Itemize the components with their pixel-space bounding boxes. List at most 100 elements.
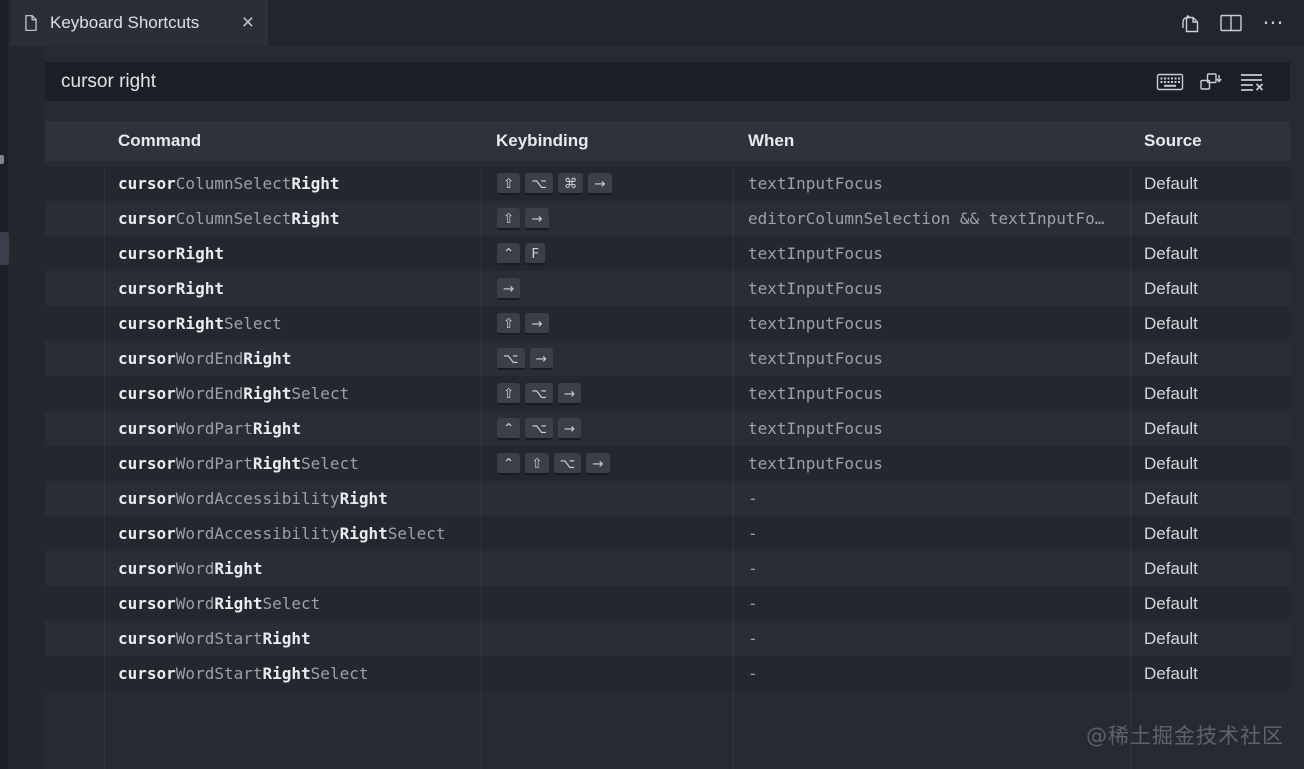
command-part: cursor [118, 279, 176, 298]
activity-bar-edge [0, 0, 8, 769]
sort-by-precedence-icon[interactable] [1197, 70, 1225, 94]
command-part: cursor [118, 209, 176, 228]
when-cell: textInputFocus [733, 419, 1130, 438]
row-actions-cell [45, 586, 104, 621]
keycap: ⌥ [497, 348, 525, 370]
row-actions-cell [45, 341, 104, 376]
source-cell: Default [1130, 664, 1290, 684]
command-part: Right [340, 524, 388, 543]
command-part: Right [291, 209, 339, 228]
keycap: ⇧ [497, 173, 520, 195]
command-cell: cursorWordAccessibilityRight [104, 489, 481, 508]
table-row[interactable]: cursorWordEndRight⌥→textInputFocusDefaul… [45, 341, 1290, 376]
command-part: cursor [118, 454, 176, 473]
command-part: WordPart [176, 454, 253, 473]
table-row[interactable]: cursorWordPartRightSelect⌃⇧⌥→textInputFo… [45, 446, 1290, 481]
keycap: ⌃ [497, 418, 520, 440]
keycap: → [558, 383, 581, 405]
when-cell: editorColumnSelection && textInputFo… [733, 209, 1130, 228]
when-cell: textInputFocus [733, 314, 1130, 333]
command-part: cursor [118, 664, 176, 683]
keybinding-cell: ⇧→ [481, 208, 733, 230]
source-cell: Default [1130, 174, 1290, 194]
table-row[interactable]: cursorRight→textInputFocusDefault [45, 271, 1290, 306]
row-actions-cell [45, 411, 104, 446]
when-cell: - [733, 489, 1130, 508]
search-input[interactable] [45, 62, 1156, 101]
row-actions-cell [45, 306, 104, 341]
command-part: Right [176, 244, 224, 263]
when-cell: textInputFocus [733, 244, 1130, 263]
source-cell: Default [1130, 209, 1290, 229]
split-editor-icon[interactable] [1218, 11, 1244, 35]
keybinding-cell: ⌥→ [481, 348, 733, 370]
source-cell: Default [1130, 524, 1290, 544]
command-part: Right [263, 629, 311, 648]
command-part: Right [214, 559, 262, 578]
source-cell: Default [1130, 279, 1290, 299]
command-part: cursor [118, 629, 176, 648]
sidebar-scroll-thumb[interactable] [0, 232, 9, 265]
table-row[interactable]: cursorWordStartRightSelect-Default [45, 656, 1290, 691]
command-part: cursor [118, 559, 176, 578]
close-icon[interactable]: × [238, 14, 258, 32]
source-cell: Default [1130, 559, 1290, 579]
keycap: → [530, 348, 553, 370]
keybindings-search-bar [45, 62, 1290, 101]
row-actions-cell [45, 166, 104, 201]
command-part: cursor [118, 244, 176, 263]
table-row[interactable]: cursorRightSelect⇧→textInputFocusDefault [45, 306, 1290, 341]
source-cell: Default [1130, 384, 1290, 404]
when-cell: - [733, 629, 1130, 648]
command-part: Select [388, 524, 446, 543]
keybinding-cell: ⇧⌥⌘→ [481, 173, 733, 195]
table-row[interactable]: cursorWordRight-Default [45, 551, 1290, 586]
table-row[interactable]: cursorRight⌃FtextInputFocusDefault [45, 236, 1290, 271]
row-actions-cell [45, 656, 104, 691]
keycap: ⇧ [497, 383, 520, 405]
command-cell: cursorRightSelect [104, 314, 481, 333]
command-part: Select [301, 454, 359, 473]
header-source: Source [1130, 131, 1290, 151]
command-part: Select [311, 664, 369, 683]
command-part: WordEnd [176, 384, 243, 403]
table-row[interactable]: cursorWordAccessibilityRightSelect-Defau… [45, 516, 1290, 551]
table-row[interactable]: cursorColumnSelectRight⇧→editorColumnSel… [45, 201, 1290, 236]
table-row[interactable]: cursorWordStartRight-Default [45, 621, 1290, 656]
when-cell: textInputFocus [733, 384, 1130, 403]
table-row[interactable]: cursorWordRightSelect-Default [45, 586, 1290, 621]
record-keys-icon[interactable] [1156, 70, 1184, 94]
open-keybindings-json-icon[interactable] [1176, 11, 1202, 35]
command-part: Right [176, 279, 224, 298]
keybinding-cell: ⌃⌥→ [481, 418, 733, 440]
command-part: ColumnSelect [176, 209, 292, 228]
command-part: Right [340, 489, 388, 508]
command-part: WordStart [176, 664, 263, 683]
command-part: WordAccessibility [176, 489, 340, 508]
command-cell: cursorColumnSelectRight [104, 209, 481, 228]
keycap: ⌘ [558, 173, 584, 195]
keycap: ⌥ [525, 418, 553, 440]
keycap: → [588, 173, 611, 195]
command-part: Select [291, 384, 349, 403]
command-part: cursor [118, 314, 176, 333]
keyboard-shortcuts-editor: Keyboard Shortcuts × ⋯ [0, 0, 1304, 769]
shortcut-rows: cursorColumnSelectRight⇧⌥⌘→textInputFocu… [45, 166, 1290, 691]
when-cell: textInputFocus [733, 349, 1130, 368]
command-cell: cursorRight [104, 244, 481, 263]
table-row[interactable]: cursorWordPartRight⌃⌥→textInputFocusDefa… [45, 411, 1290, 446]
header-actions-spacer [45, 121, 104, 161]
command-cell: cursorWordAccessibilityRightSelect [104, 524, 481, 543]
clear-search-icon[interactable] [1238, 70, 1266, 94]
table-row[interactable]: cursorWordAccessibilityRight-Default [45, 481, 1290, 516]
when-cell: - [733, 559, 1130, 578]
when-cell: - [733, 594, 1130, 613]
command-part: Word [176, 594, 215, 613]
table-row[interactable]: cursorColumnSelectRight⇧⌥⌘→textInputFocu… [45, 166, 1290, 201]
more-actions-icon[interactable]: ⋯ [1260, 11, 1286, 35]
tab-keyboard-shortcuts[interactable]: Keyboard Shortcuts × [10, 0, 268, 46]
command-part: cursor [118, 594, 176, 613]
header-when: When [733, 131, 1130, 151]
table-row[interactable]: cursorWordEndRightSelect⇧⌥→textInputFocu… [45, 376, 1290, 411]
command-part: Right [176, 314, 224, 333]
